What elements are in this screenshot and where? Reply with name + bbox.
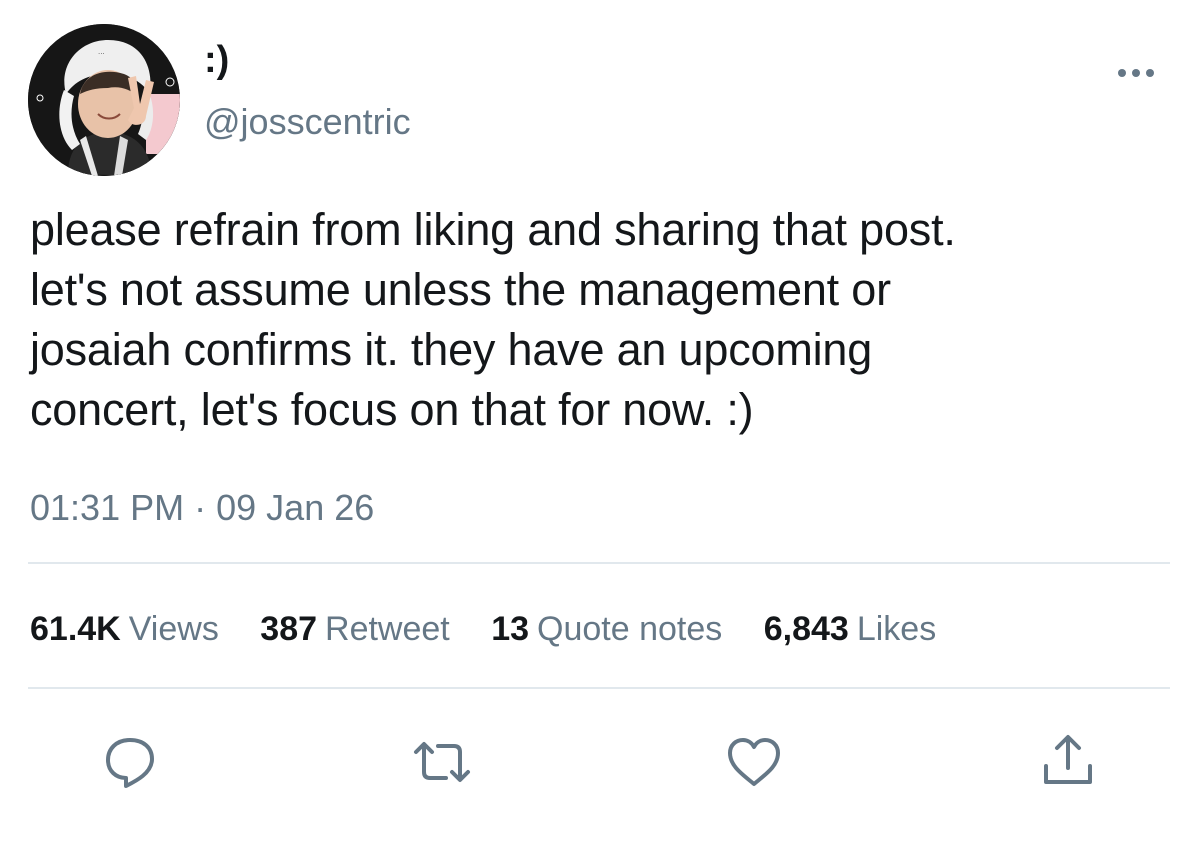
views-label: Views: [128, 610, 219, 648]
quotes-count: 13: [491, 610, 530, 648]
engagement-stats: 61.4K Views 387 Retweet 13 Quote notes 6,84…: [30, 606, 968, 652]
more-dots-icon: [1118, 69, 1154, 77]
reply-icon: [106, 738, 154, 788]
quotes-stat[interactable]: 13 Quote notes: [491, 606, 722, 652]
divider-top: [28, 562, 1170, 564]
likes-stat[interactable]: 6,843 Likes: [764, 606, 936, 652]
divider-bottom: [28, 687, 1170, 689]
tweet-time: 01:31 PM: [30, 487, 185, 528]
views-stat[interactable]: 61.4K Views: [30, 606, 219, 652]
retweets-label: Retweet: [325, 610, 450, 648]
share-icon: [1044, 735, 1092, 784]
share-button[interactable]: [1038, 732, 1098, 792]
likes-count: 6,843: [763, 610, 849, 648]
likes-label: Likes: [856, 610, 937, 648]
tweet-card: ... :) @josscentric please refrain from …: [0, 0, 1200, 848]
user-handle[interactable]: @josscentric: [204, 100, 411, 144]
retweet-icon: [414, 742, 470, 782]
reply-button[interactable]: [100, 732, 160, 792]
tweet-timestamp[interactable]: 01:31 PM · 09 Jan 26: [30, 486, 374, 530]
retweets-stat[interactable]: 387 Retweet: [260, 606, 449, 652]
timestamp-separator: ·: [194, 487, 207, 528]
tweet-text: please refrain from liking and sharing t…: [30, 204, 956, 435]
tweet-date: 09 Jan 26: [216, 487, 375, 528]
views-count: 61.4K: [30, 610, 121, 648]
avatar-image: ...: [28, 24, 180, 176]
retweet-button[interactable]: [412, 732, 472, 792]
retweets-count: 387: [260, 610, 318, 648]
svg-text:...: ...: [98, 48, 105, 56]
more-options-button[interactable]: [1112, 58, 1160, 88]
heart-icon: [728, 738, 780, 786]
display-name[interactable]: :): [204, 38, 229, 82]
avatar[interactable]: ...: [28, 24, 180, 176]
quotes-label: Quote notes: [537, 610, 723, 648]
like-button[interactable]: [724, 732, 784, 792]
